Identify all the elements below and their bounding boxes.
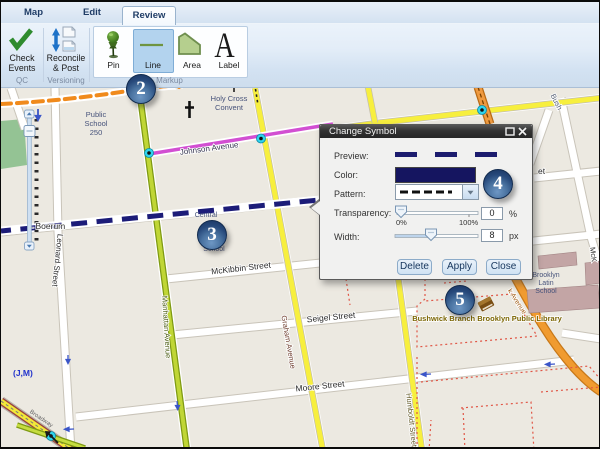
svg-text:Latin: Latin — [538, 280, 553, 287]
svg-text:Brooklyn: Brooklyn — [532, 272, 559, 279]
svg-text:Bushwick Branch Brooklyn Publi: Bushwick Branch Brooklyn Public Library — [412, 314, 562, 323]
svg-text:(J,M): (J,M) — [13, 368, 33, 378]
svg-text:Convent: Convent — [215, 103, 244, 112]
svg-text:et: et — [538, 166, 546, 176]
svg-text:McK: McK — [588, 247, 599, 263]
svg-text:School: School — [85, 119, 108, 128]
svg-text:250: 250 — [90, 128, 103, 137]
svg-text:Central: Central — [195, 212, 218, 219]
svg-text:Public: Public — [86, 110, 107, 119]
svg-text:School: School — [535, 288, 557, 295]
